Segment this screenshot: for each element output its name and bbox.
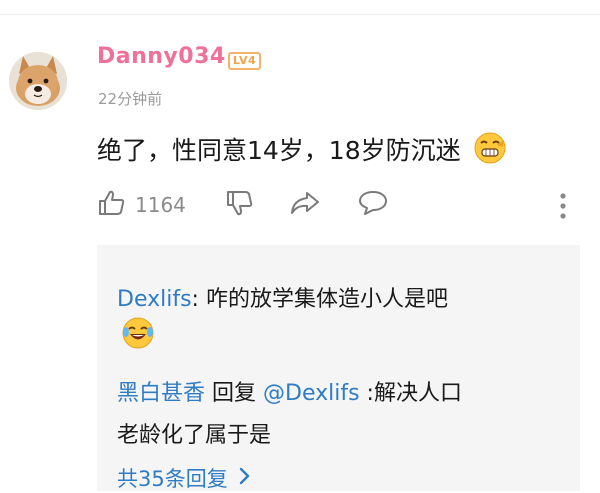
view-more-label: 共35条回复 (117, 467, 228, 491)
comment-actions: 1164 (97, 188, 577, 224)
vertical-ellipsis-icon (557, 192, 569, 224)
share-arrow-icon (289, 188, 321, 222)
speech-bubble-icon (357, 188, 389, 222)
reply-mention[interactable]: @Dexlifs (263, 381, 360, 406)
comment-timestamp: 22分钟前 (98, 90, 163, 108)
comment-text: 绝了，性同意14岁，18岁防沉迷 (97, 131, 507, 171)
reply-text: :解决人口 (359, 381, 462, 406)
reply-author[interactable]: 黑白甚香 (117, 381, 205, 406)
level-badge: LV4 (228, 52, 262, 70)
dislike-button[interactable] (225, 188, 255, 222)
top-divider (0, 14, 600, 15)
avatar[interactable] (9, 52, 67, 110)
thumbs-down-icon (225, 188, 255, 222)
username[interactable]: Danny034 (97, 44, 226, 69)
like-button[interactable]: 1164 (97, 188, 186, 222)
reply-button[interactable] (357, 188, 389, 222)
view-more-replies[interactable]: 共35条回复 (117, 463, 250, 493)
laugh-cry-emoji-icon (120, 315, 156, 355)
reply-text-continued: 老龄化了属于是 (117, 423, 272, 448)
like-count: 1164 (135, 193, 186, 217)
share-button[interactable] (289, 188, 321, 222)
reply-separator: : (191, 287, 206, 312)
grimace-emoji-icon (473, 131, 507, 171)
reply-item: 黑白甚香 回复 @Dexlifs :解决人口 (117, 375, 462, 407)
reply-text: 咋的放学集体造小人是吧 (205, 287, 448, 312)
reply-item: Dexlifs: 咋的放学集体造小人是吧 (117, 281, 448, 313)
reply-word: 回复 (205, 381, 264, 406)
reply-thread: Dexlifs: 咋的放学集体造小人是吧 黑白甚香 回复 @Dexlifs :解… (97, 245, 580, 491)
more-options-button[interactable] (557, 192, 569, 224)
comment-body: 绝了，性同意14岁，18岁防沉迷 (97, 136, 461, 165)
reply-author[interactable]: Dexlifs (117, 287, 192, 312)
chevron-right-icon (228, 466, 250, 490)
thumbs-up-icon (97, 188, 127, 222)
